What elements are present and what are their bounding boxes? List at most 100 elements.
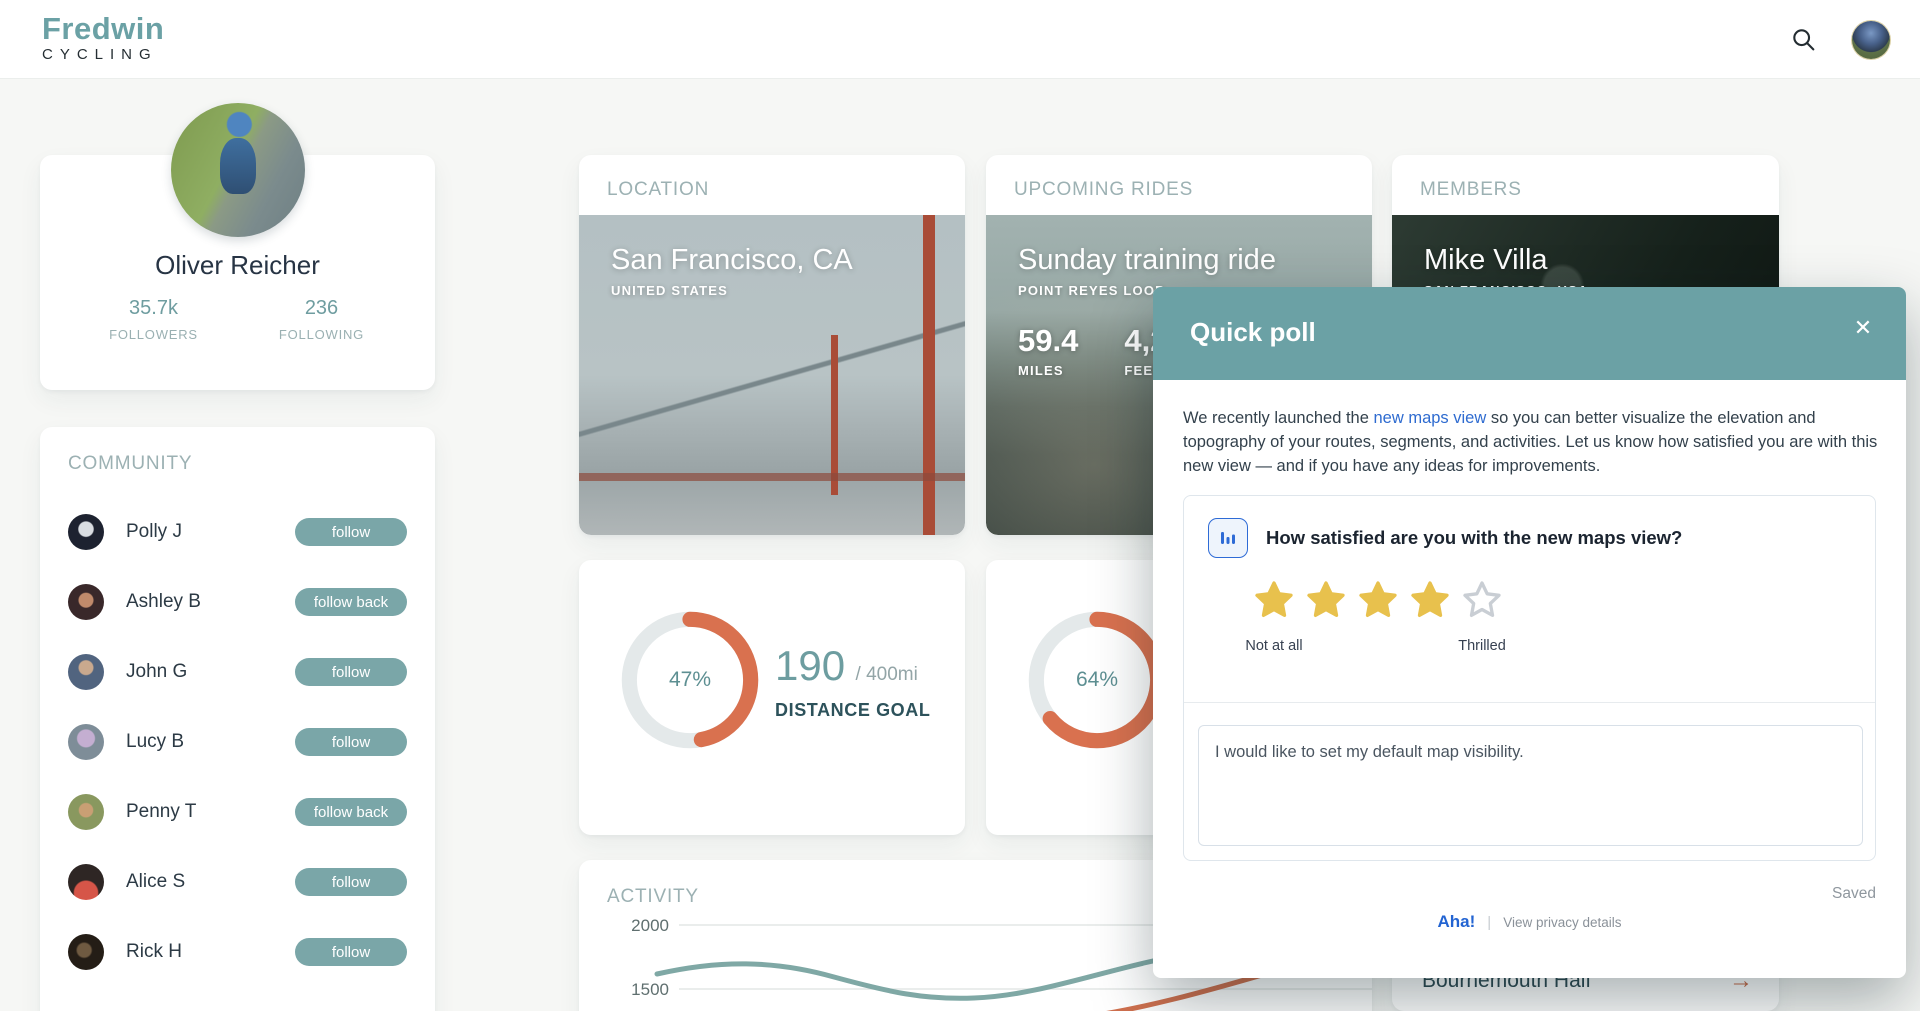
app-window: Fredwin CYCLING Oliver Reicher 35.7k FOL…: [0, 0, 1920, 1011]
location-card: LOCATION San Francisco, CA UNITED STATES: [579, 155, 965, 535]
scale-min-label: Not at all: [1245, 638, 1302, 654]
member-avatar: [68, 584, 104, 620]
comment-textarea[interactable]: I would like to set my default map visib…: [1198, 725, 1863, 846]
profile-photo[interactable]: [171, 103, 305, 237]
ride-miles-value: 59.4: [1018, 323, 1078, 359]
follow-button[interactable]: follow back: [295, 588, 407, 616]
close-icon[interactable]: ✕: [1848, 313, 1878, 343]
community-row: Rick H follow: [68, 917, 407, 987]
star-icon-filled[interactable]: [1358, 580, 1398, 620]
modal-title: Quick poll: [1190, 317, 1316, 348]
following-stat[interactable]: 236 FOLLOWING: [267, 297, 377, 342]
community-row: Polly J follow: [68, 497, 407, 567]
community-row: John G follow: [68, 637, 407, 707]
member-name: John G: [126, 661, 295, 683]
modal-body: We recently launched the new maps view s…: [1153, 380, 1906, 932]
distance-goal-donut: 47%: [620, 610, 760, 750]
follow-button[interactable]: follow: [295, 868, 407, 896]
scale-max-label: Thrilled: [1458, 638, 1506, 654]
member-avatar: [68, 654, 104, 690]
modal-footer: Aha! | View privacy details: [1183, 912, 1876, 932]
distance-goal-text: 190 / 400mi DISTANCE GOAL: [775, 642, 930, 721]
top-nav: Fredwin CYCLING: [0, 0, 1920, 79]
bridge-tower-shape: [831, 335, 838, 495]
user-avatar[interactable]: [1852, 21, 1890, 59]
community-row: Alice S follow: [68, 847, 407, 917]
footer-separator: |: [1487, 914, 1491, 931]
distance-goal-target: / 400mi: [856, 664, 918, 685]
star-icon-filled[interactable]: [1410, 580, 1450, 620]
location-photo: San Francisco, CA UNITED STATES: [579, 215, 965, 535]
followers-label: FOLLOWERS: [99, 327, 209, 342]
location-country: UNITED STATES: [611, 283, 853, 298]
modal-header: Quick poll ✕: [1153, 287, 1906, 380]
distance-goal-label: DISTANCE GOAL: [775, 700, 930, 721]
following-count: 236: [267, 297, 377, 320]
follow-button[interactable]: follow: [295, 938, 407, 966]
followers-count: 35.7k: [99, 297, 209, 320]
poll-intro: We recently launched the new maps view s…: [1183, 406, 1880, 478]
following-label: FOLLOWING: [267, 327, 377, 342]
upcoming-rides-title: UPCOMING RIDES: [1014, 179, 1344, 201]
cyclist-figure: [220, 138, 256, 194]
ride-miles-label: MILES: [1018, 363, 1078, 378]
community-card: COMMUNITY Polly J follow Ashley B follow…: [40, 427, 435, 1011]
location-city: San Francisco, CA: [611, 244, 853, 277]
star-icon-filled[interactable]: [1306, 580, 1346, 620]
member-card-name: Mike Villa: [1424, 244, 1589, 277]
nav-actions: [1790, 0, 1890, 79]
poll-question: How satisfied are you with the new maps …: [1266, 527, 1682, 549]
community-row: Lucy B follow: [68, 707, 407, 777]
y-tick-2000: 2000: [631, 916, 669, 935]
bridge-tower-shape: [923, 215, 935, 535]
y-tick-1500: 1500: [631, 980, 669, 999]
member-name: Penny T: [126, 801, 295, 823]
member-name: Rick H: [126, 941, 295, 963]
distance-goal-value: 190: [775, 642, 845, 689]
star-icon-empty[interactable]: [1462, 580, 1502, 620]
member-avatar: [68, 794, 104, 830]
saved-status: Saved: [1183, 885, 1876, 903]
distance-goal-percent: 47%: [620, 610, 760, 750]
member-avatar: [68, 724, 104, 760]
follow-button[interactable]: follow back: [295, 798, 407, 826]
star-icon-filled[interactable]: [1254, 580, 1294, 620]
community-row: Penny T follow back: [68, 777, 407, 847]
privacy-details-link[interactable]: View privacy details: [1503, 915, 1621, 930]
aha-logo[interactable]: Aha!: [1438, 912, 1476, 932]
member-avatar: [68, 864, 104, 900]
location-title: LOCATION: [607, 179, 937, 201]
poll-box: How satisfied are you with the new maps …: [1183, 495, 1876, 861]
member-name: Lucy B: [126, 731, 295, 753]
bridge-rail-shape: [579, 473, 965, 481]
profile-stats: 35.7k FOLLOWERS 236 FOLLOWING: [40, 297, 435, 342]
distance-goal-card: 47% 190 / 400mi DISTANCE GOAL: [579, 560, 965, 835]
ride-name: Sunday training ride: [1018, 244, 1276, 277]
brand-logo[interactable]: Fredwin CYCLING: [42, 13, 164, 62]
follow-button[interactable]: follow: [295, 728, 407, 756]
second-goal-donut: 64%: [1027, 610, 1167, 750]
quick-poll-modal: Quick poll ✕ We recently launched the ne…: [1153, 287, 1906, 978]
poll-chart-icon: [1208, 518, 1248, 558]
search-icon[interactable]: [1790, 26, 1818, 54]
member-name: Polly J: [126, 521, 295, 543]
member-avatar: [68, 934, 104, 970]
follow-button[interactable]: follow: [295, 658, 407, 686]
second-goal-percent: 64%: [1027, 610, 1167, 750]
member-avatar: [68, 514, 104, 550]
star-rating: [1254, 580, 1502, 620]
profile-card: Oliver Reicher 35.7k FOLLOWERS 236 FOLLO…: [40, 155, 435, 390]
community-title: COMMUNITY: [68, 453, 407, 475]
members-title: MEMBERS: [1420, 179, 1751, 201]
followers-stat[interactable]: 35.7k FOLLOWERS: [99, 297, 209, 342]
community-row: Ashley B follow back: [68, 567, 407, 637]
ride-stats: 59.4 MILES 4,2 FEET: [1018, 323, 1167, 378]
brand-name: Fredwin: [42, 13, 164, 44]
profile-name: Oliver Reicher: [40, 250, 435, 281]
follow-button[interactable]: follow: [295, 518, 407, 546]
member-name: Ashley B: [126, 591, 295, 613]
brand-tagline: CYCLING: [42, 47, 164, 62]
member-name: Alice S: [126, 871, 295, 893]
new-maps-view-link[interactable]: new maps view: [1373, 409, 1486, 427]
community-list: Polly J follow Ashley B follow back John…: [68, 497, 407, 987]
